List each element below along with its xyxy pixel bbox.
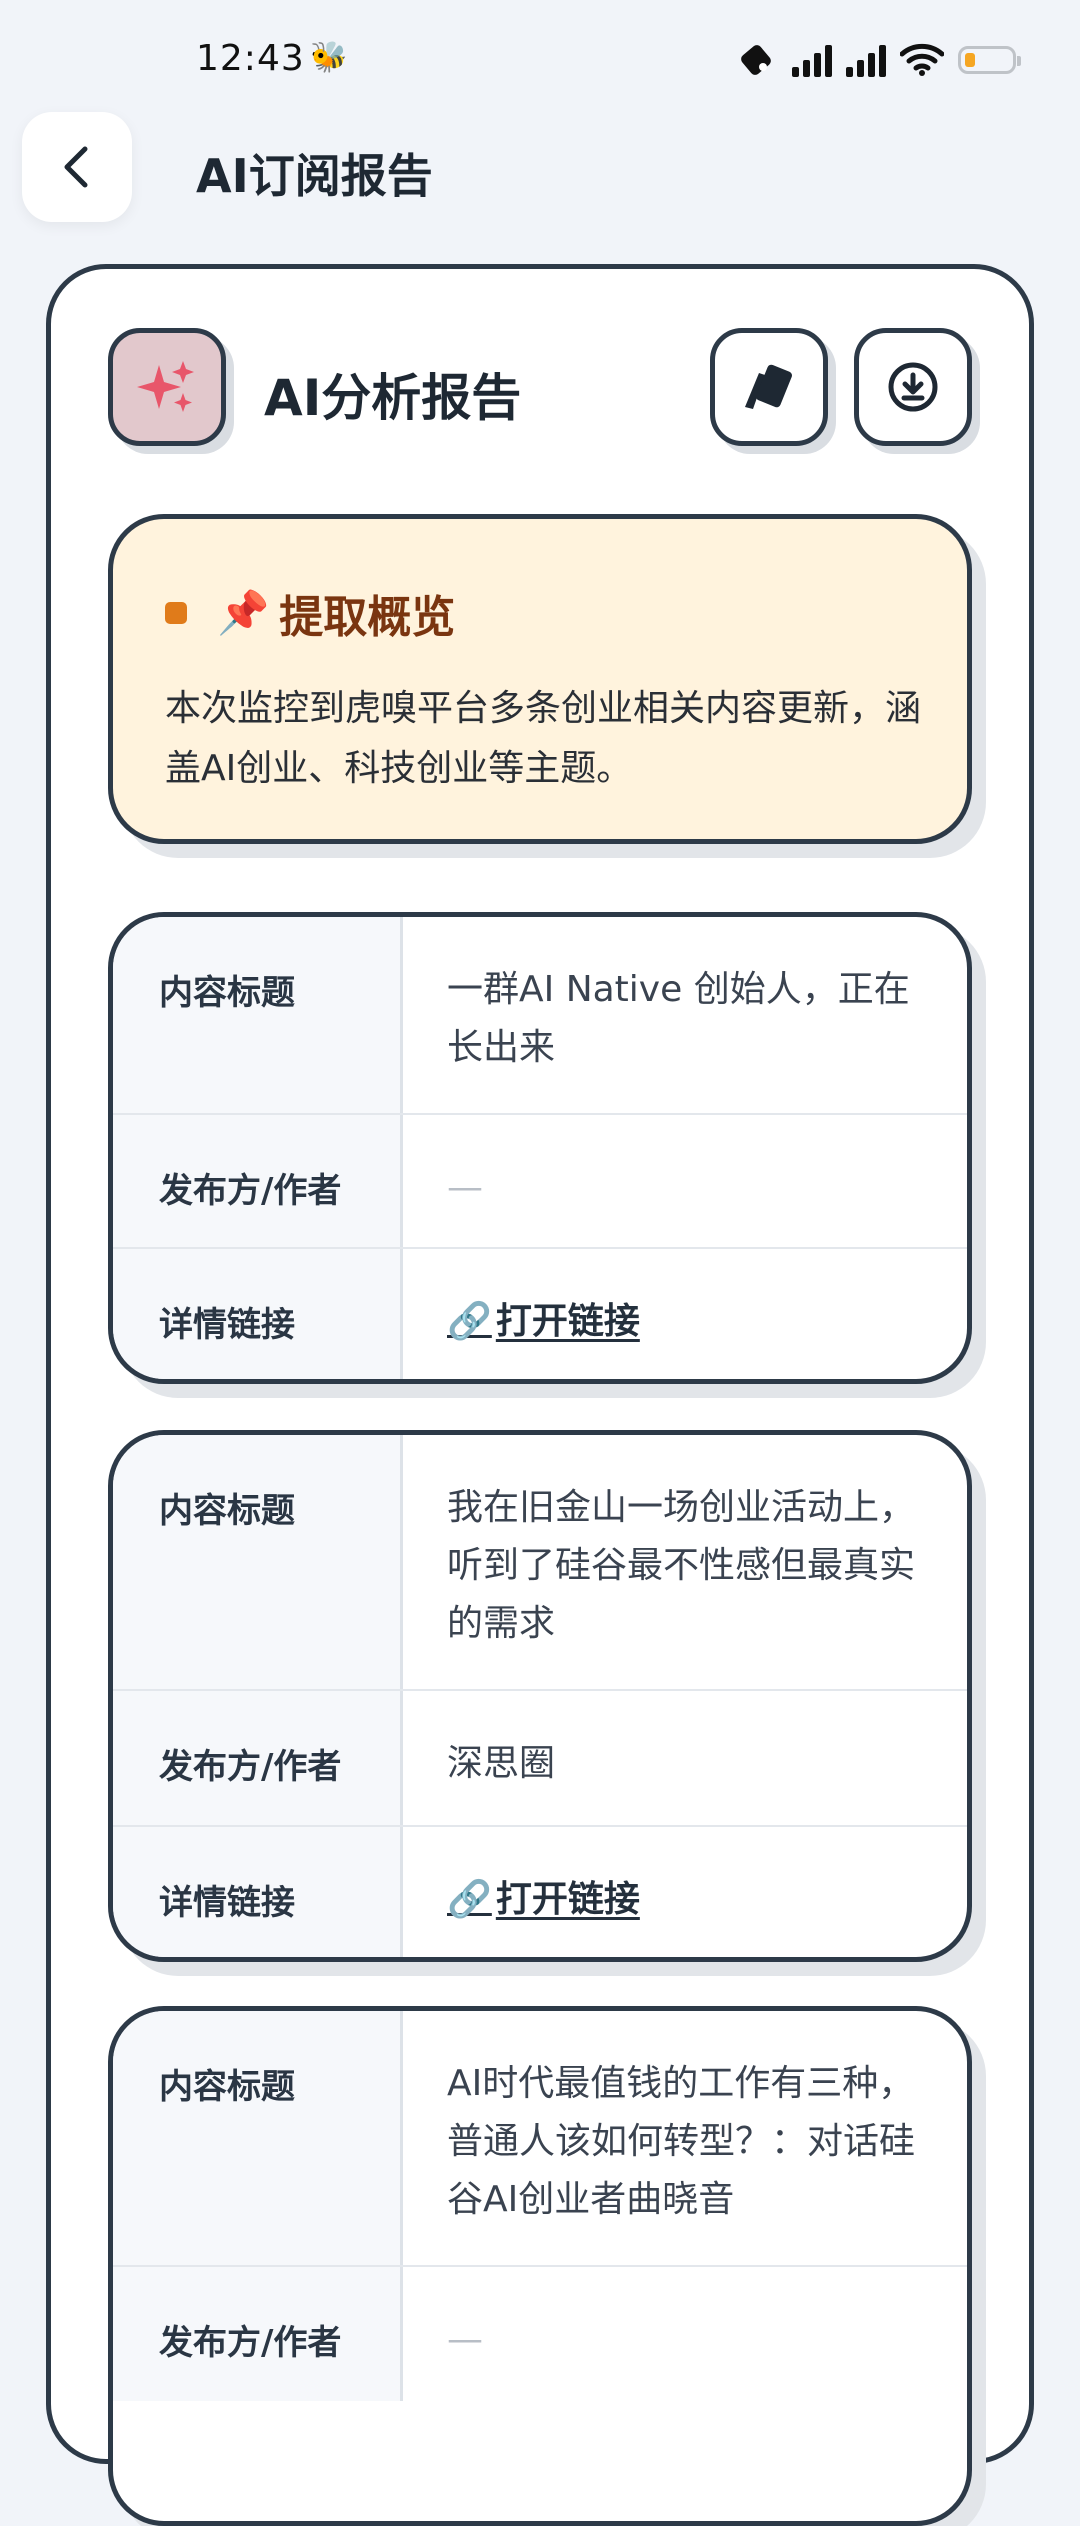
download-icon bbox=[888, 362, 938, 412]
open-link-text: 打开链接 bbox=[495, 1301, 640, 1342]
signal-icon-1 bbox=[792, 43, 832, 77]
summary-dot bbox=[165, 602, 187, 624]
battery-icon bbox=[958, 46, 1021, 74]
chevron-left-icon bbox=[64, 146, 88, 188]
publisher-value: 深思圈 bbox=[447, 1743, 556, 1784]
detail-link-label: 详情链接 bbox=[113, 1827, 403, 1957]
link-row: 详情链接 🔗 打开链接 bbox=[113, 1247, 967, 1379]
open-link[interactable]: 🔗 打开链接 bbox=[447, 1293, 640, 1351]
back-button[interactable] bbox=[22, 112, 132, 222]
title-row: 内容标题 AI时代最值钱的工作有三种，普通人该如何转型？：对话硅谷AI创业者曲晓… bbox=[113, 2011, 967, 2265]
summary-text: 本次监控到虎嗅平台多条创业相关内容更新，涵盖AI创业、科技创业等主题。 bbox=[165, 688, 922, 789]
open-link[interactable]: 🔗 打开链接 bbox=[447, 1871, 640, 1929]
cards-icon bbox=[745, 364, 792, 409]
publisher-label: 发布方/作者 bbox=[113, 1691, 403, 1825]
page-title: AI订阅报告 bbox=[196, 149, 433, 203]
nfc-icon bbox=[741, 45, 771, 75]
detail-link-label: 详情链接 bbox=[113, 1249, 403, 1379]
summary-title: 提取概览 bbox=[279, 592, 456, 643]
content-title-value: 我在旧金山一场创业活动上，听到了硅谷最不性感但最真实的需求 bbox=[447, 1487, 916, 1644]
title-row: 内容标题 一群AI Native 创始人，正在长出来 bbox=[113, 917, 967, 1113]
bee-icon: 🐝 bbox=[310, 40, 348, 75]
content-title-label: 内容标题 bbox=[113, 1435, 403, 1689]
wifi-icon bbox=[900, 43, 944, 76]
publisher-row: 发布方/作者 — bbox=[113, 2265, 967, 2401]
signal-icon-2 bbox=[846, 43, 886, 77]
report-icon-badge bbox=[108, 328, 226, 446]
summary-box: 📌 提取概览 本次监控到虎嗅平台多条创业相关内容更新，涵盖AI创业、科技创业等主… bbox=[108, 514, 972, 844]
summary-header: 📌 提取概览 bbox=[165, 581, 455, 645]
pushpin-icon: 📌 bbox=[217, 588, 270, 637]
publisher-value: — bbox=[447, 2319, 483, 2360]
download-button[interactable] bbox=[854, 328, 972, 446]
content-title-label: 内容标题 bbox=[113, 2011, 403, 2265]
content-item: 内容标题 AI时代最值钱的工作有三种，普通人该如何转型？：对话硅谷AI创业者曲晓… bbox=[108, 2006, 972, 2526]
status-icons bbox=[738, 40, 1021, 80]
publisher-label: 发布方/作者 bbox=[113, 2267, 403, 2401]
title-row: 内容标题 我在旧金山一场创业活动上，听到了硅谷最不性感但最真实的需求 bbox=[113, 1435, 967, 1689]
link-row: 详情链接 🔗 打开链接 bbox=[113, 1825, 967, 1957]
report-title: AI分析报告 bbox=[264, 369, 522, 427]
publisher-row: 发布方/作者 深思圈 bbox=[113, 1689, 967, 1825]
status-bar: 12:43 🐝 bbox=[0, 0, 1080, 110]
publisher-row: 发布方/作者 — bbox=[113, 1113, 967, 1247]
content-title-value: 一群AI Native 创始人，正在长出来 bbox=[447, 969, 910, 1068]
link-icon: 🔗 bbox=[447, 1301, 492, 1342]
publisher-value: — bbox=[447, 1167, 483, 1208]
link-icon: 🔗 bbox=[447, 1879, 492, 1920]
content-title-label: 内容标题 bbox=[113, 917, 403, 1113]
content-item: 内容标题 我在旧金山一场创业活动上，听到了硅谷最不性感但最真实的需求 发布方/作… bbox=[108, 1430, 972, 1962]
status-time: 12:43 bbox=[196, 38, 305, 79]
content-title-value: AI时代最值钱的工作有三种，普通人该如何转型？：对话硅谷AI创业者曲晓音 bbox=[447, 2063, 916, 2220]
sparkles-icon bbox=[137, 361, 194, 412]
cards-button[interactable] bbox=[710, 328, 828, 446]
content-item: 内容标题 一群AI Native 创始人，正在长出来 发布方/作者 — 详情链接… bbox=[108, 912, 972, 1384]
open-link-text: 打开链接 bbox=[495, 1879, 640, 1920]
publisher-label: 发布方/作者 bbox=[113, 1115, 403, 1247]
